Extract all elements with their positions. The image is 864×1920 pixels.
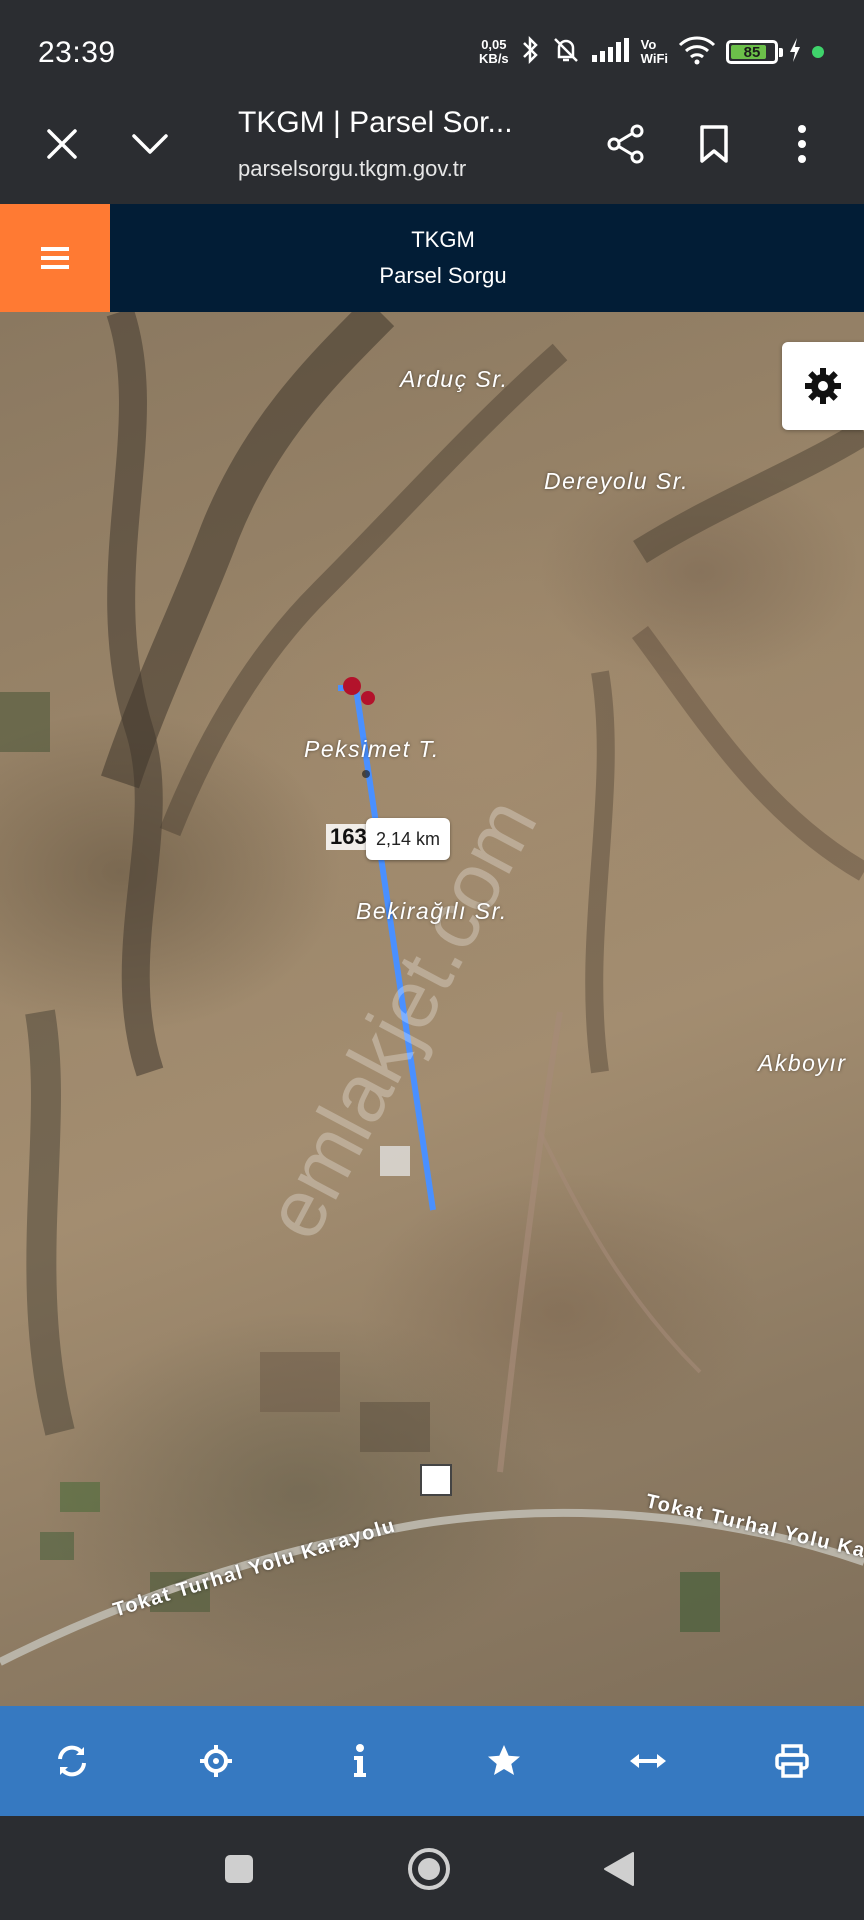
status-time: 23:39 <box>38 36 116 69</box>
refresh-button[interactable] <box>32 1721 112 1801</box>
share-button[interactable] <box>598 116 654 172</box>
share-icon <box>607 124 644 164</box>
distance-label: 2,14 km <box>366 818 451 860</box>
brand-line-2: Parsel Sorgu <box>379 263 507 288</box>
place-label-peksimet: Peksimet T. <box>304 736 440 762</box>
mute-bell-icon <box>551 35 581 70</box>
app-header: TKGM Parsel Sorgu <box>0 204 864 312</box>
wifi-icon <box>678 35 716 70</box>
locate-button[interactable] <box>176 1721 256 1801</box>
more-vertical-icon <box>798 125 806 163</box>
battery-cap <box>779 48 783 57</box>
map-settings-button[interactable] <box>782 342 864 430</box>
close-icon <box>47 129 77 159</box>
page-title: TKGM | Parsel Sor... <box>238 106 513 139</box>
status-bar: 23:39 0,05 KB/s Vo WiFi 85 <box>0 0 864 96</box>
vowifi-indicator: Vo WiFi <box>641 38 668 66</box>
close-tab-button[interactable] <box>34 116 90 172</box>
place-label-bekiragili: Bekirağılı Sr. <box>356 898 508 924</box>
more-options-button[interactable] <box>774 116 830 172</box>
map-toolbar <box>0 1706 864 1816</box>
battery-level: 85 <box>743 43 761 61</box>
network-speed: 0,05 KB/s <box>479 38 509 66</box>
recents-button[interactable] <box>214 1844 264 1894</box>
parcel-number-label[interactable]: 163 <box>326 824 371 850</box>
gear-icon <box>805 368 841 404</box>
bookmark-button[interactable] <box>686 116 742 172</box>
privacy-dot <box>812 46 824 58</box>
status-icons: 0,05 KB/s Vo WiFi 85 <box>479 34 824 70</box>
measure-end-handle[interactable] <box>420 1464 452 1496</box>
refresh-icon <box>58 1745 86 1777</box>
chevron-down-icon <box>132 134 168 154</box>
place-label-akboyir: Akboyır <box>758 1050 847 1076</box>
hamburger-menu-button[interactable] <box>0 204 110 312</box>
home-button[interactable] <box>404 1844 454 1894</box>
battery-indicator: 85 <box>726 40 783 64</box>
print-icon <box>775 1744 809 1778</box>
app-brand: TKGM Parsel Sorgu <box>110 204 776 312</box>
bluetooth-icon <box>519 35 541 70</box>
measure-button[interactable] <box>608 1721 688 1801</box>
print-button[interactable] <box>752 1721 832 1801</box>
brand-line-1: TKGM <box>411 227 475 252</box>
phone-screen: 23:39 0,05 KB/s Vo WiFi 85 TKGM | Parsel… <box>0 0 864 1920</box>
minimize-button[interactable] <box>122 116 178 172</box>
square-icon <box>225 1855 253 1883</box>
favorite-button[interactable] <box>464 1721 544 1801</box>
back-triangle-icon <box>604 1852 634 1886</box>
info-icon <box>354 1744 366 1777</box>
measure-midpoint-handle[interactable] <box>380 1146 410 1176</box>
place-label-dereyolu: Dereyolu Sr. <box>544 468 689 494</box>
vowifi-top: Vo <box>640 37 657 52</box>
charging-icon <box>788 37 802 68</box>
info-button[interactable] <box>320 1721 400 1801</box>
system-nav-bar <box>0 1816 864 1920</box>
network-speed-value: 0,05 <box>481 37 507 52</box>
place-label-arduc: Arduç Sr. <box>400 366 509 392</box>
crosshair-icon <box>200 1745 232 1777</box>
back-button[interactable] <box>594 1844 644 1894</box>
circle-icon <box>408 1848 450 1890</box>
vowifi-bottom: WiFi <box>640 51 668 66</box>
measure-icon <box>630 1754 666 1768</box>
page-url[interactable]: parselsorgu.tkgm.gov.tr <box>238 156 466 182</box>
hamburger-icon <box>41 247 69 269</box>
bookmark-icon <box>700 125 728 163</box>
browser-toolbar: TKGM | Parsel Sor... parselsorgu.tkgm.go… <box>0 96 864 202</box>
star-icon <box>488 1745 520 1775</box>
signal-icon <box>591 37 631 68</box>
network-speed-unit: KB/s <box>479 51 509 66</box>
satellite-map[interactable]: emlakjet.com Arduç Sr. Dereyolu Sr. Peks… <box>0 312 864 1706</box>
